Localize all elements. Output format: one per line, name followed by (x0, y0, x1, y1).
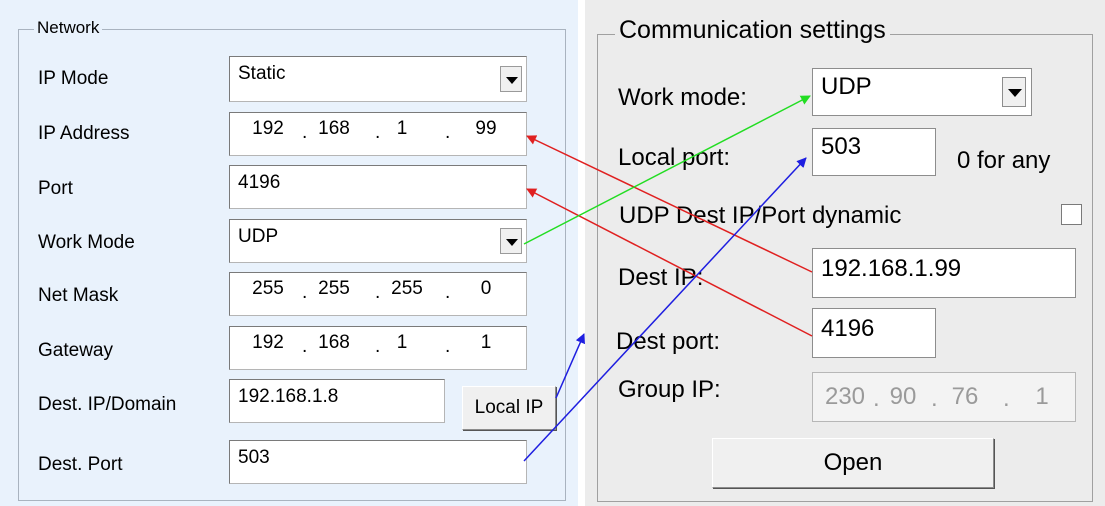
comm-dest-port-label: Dest port: (616, 328, 721, 355)
ip-octet-1: 192 (252, 118, 284, 139)
local-port-value: 503 (821, 133, 862, 160)
communication-panel: Communication settings Work mode: UDP Lo… (585, 0, 1105, 506)
work-mode-label: Work Mode (38, 232, 135, 253)
ip-mode-value: Static (238, 63, 286, 84)
work-mode-select[interactable]: UDP (229, 219, 527, 263)
ip-octet-4: 99 (475, 118, 497, 139)
ip-dot: . (375, 282, 381, 303)
chevron-down-icon[interactable] (500, 66, 522, 92)
comm-dest-port-value: 4196 (821, 315, 875, 342)
gw-octet-3: 1 (396, 332, 408, 353)
group-octet-1: 230 (824, 383, 866, 410)
gw-octet-2: 168 (318, 332, 350, 353)
ip-dot: . (931, 385, 938, 412)
comm-work-mode-select[interactable]: UDP (812, 68, 1032, 116)
local-ip-button[interactable]: Local IP (462, 386, 556, 430)
comm-dest-ip-input[interactable]: 192.168.1.99 (812, 248, 1076, 298)
ip-dot: . (302, 282, 308, 303)
group-ip-label: Group IP: (618, 376, 721, 403)
ip-octet-2: 168 (318, 118, 350, 139)
work-mode-value: UDP (238, 226, 279, 247)
communication-title: Communication settings (615, 16, 890, 45)
comm-dest-port-input[interactable]: 4196 (812, 308, 936, 358)
dest-port-value: 503 (238, 447, 270, 468)
ip-dot: . (375, 336, 381, 357)
ip-dot: . (302, 336, 308, 357)
mask-octet-3: 255 (391, 278, 423, 299)
ip-dot: . (873, 385, 880, 412)
ip-dot: . (445, 122, 451, 143)
ip-octet-3: 1 (396, 118, 408, 139)
mask-octet-1: 255 (252, 278, 284, 299)
dest-ip-input[interactable]: 192.168.1.8 (229, 379, 445, 423)
ip-dot: . (1003, 385, 1010, 412)
port-input[interactable]: 4196 (229, 165, 527, 209)
comm-work-mode-label: Work mode: (618, 84, 747, 111)
ip-dot: . (375, 122, 381, 143)
net-mask-field[interactable]: 255 . 255 . 255 . 0 (229, 272, 527, 316)
gateway-label: Gateway (38, 340, 113, 361)
group-octet-3: 76 (951, 383, 979, 410)
open-button[interactable]: Open (712, 438, 994, 488)
net-mask-label: Net Mask (38, 285, 119, 306)
local-port-label: Local port: (618, 144, 731, 171)
mask-octet-4: 0 (480, 278, 492, 299)
port-value: 4196 (238, 172, 281, 193)
comm-dest-ip-label: Dest IP: (618, 264, 704, 291)
local-port-input[interactable]: 503 (812, 128, 936, 176)
network-title: Network (34, 18, 103, 38)
gw-octet-1: 192 (252, 332, 284, 353)
port-label: Port (38, 178, 73, 199)
group-ip-field: 230 . 90 . 76 . 1 (812, 372, 1076, 422)
chevron-down-icon[interactable] (500, 228, 522, 254)
udp-dynamic-checkbox[interactable] (1061, 204, 1082, 225)
dest-port-input[interactable]: 503 (229, 440, 527, 484)
ip-mode-select[interactable]: Static (229, 56, 527, 102)
gw-octet-4: 1 (480, 332, 492, 353)
group-octet-4: 1 (1035, 383, 1049, 410)
ip-address-label: IP Address (38, 123, 130, 144)
dest-ip-label: Dest. IP/Domain (38, 394, 177, 415)
local-port-hint: 0 for any (957, 147, 1051, 174)
dest-ip-value: 192.168.1.8 (238, 386, 339, 407)
dest-port-label: Dest. Port (38, 454, 123, 475)
gateway-field[interactable]: 192 . 168 . 1 . 1 (229, 326, 527, 370)
group-octet-2: 90 (889, 383, 917, 410)
udp-dynamic-label: UDP Dest IP/Port dynamic (619, 202, 902, 229)
ip-address-field[interactable]: 192 . 168 . 1 . 99 (229, 112, 527, 156)
ip-dot: . (302, 122, 308, 143)
ip-mode-label: IP Mode (38, 68, 109, 89)
network-panel: Network IP Mode Static IP Address 192 . … (0, 0, 578, 506)
mask-octet-2: 255 (318, 278, 350, 299)
comm-work-mode-value: UDP (821, 73, 872, 100)
comm-dest-ip-value: 192.168.1.99 (821, 255, 962, 282)
chevron-down-icon[interactable] (1002, 77, 1026, 107)
ip-dot: . (445, 336, 451, 357)
ip-dot: . (445, 282, 451, 303)
